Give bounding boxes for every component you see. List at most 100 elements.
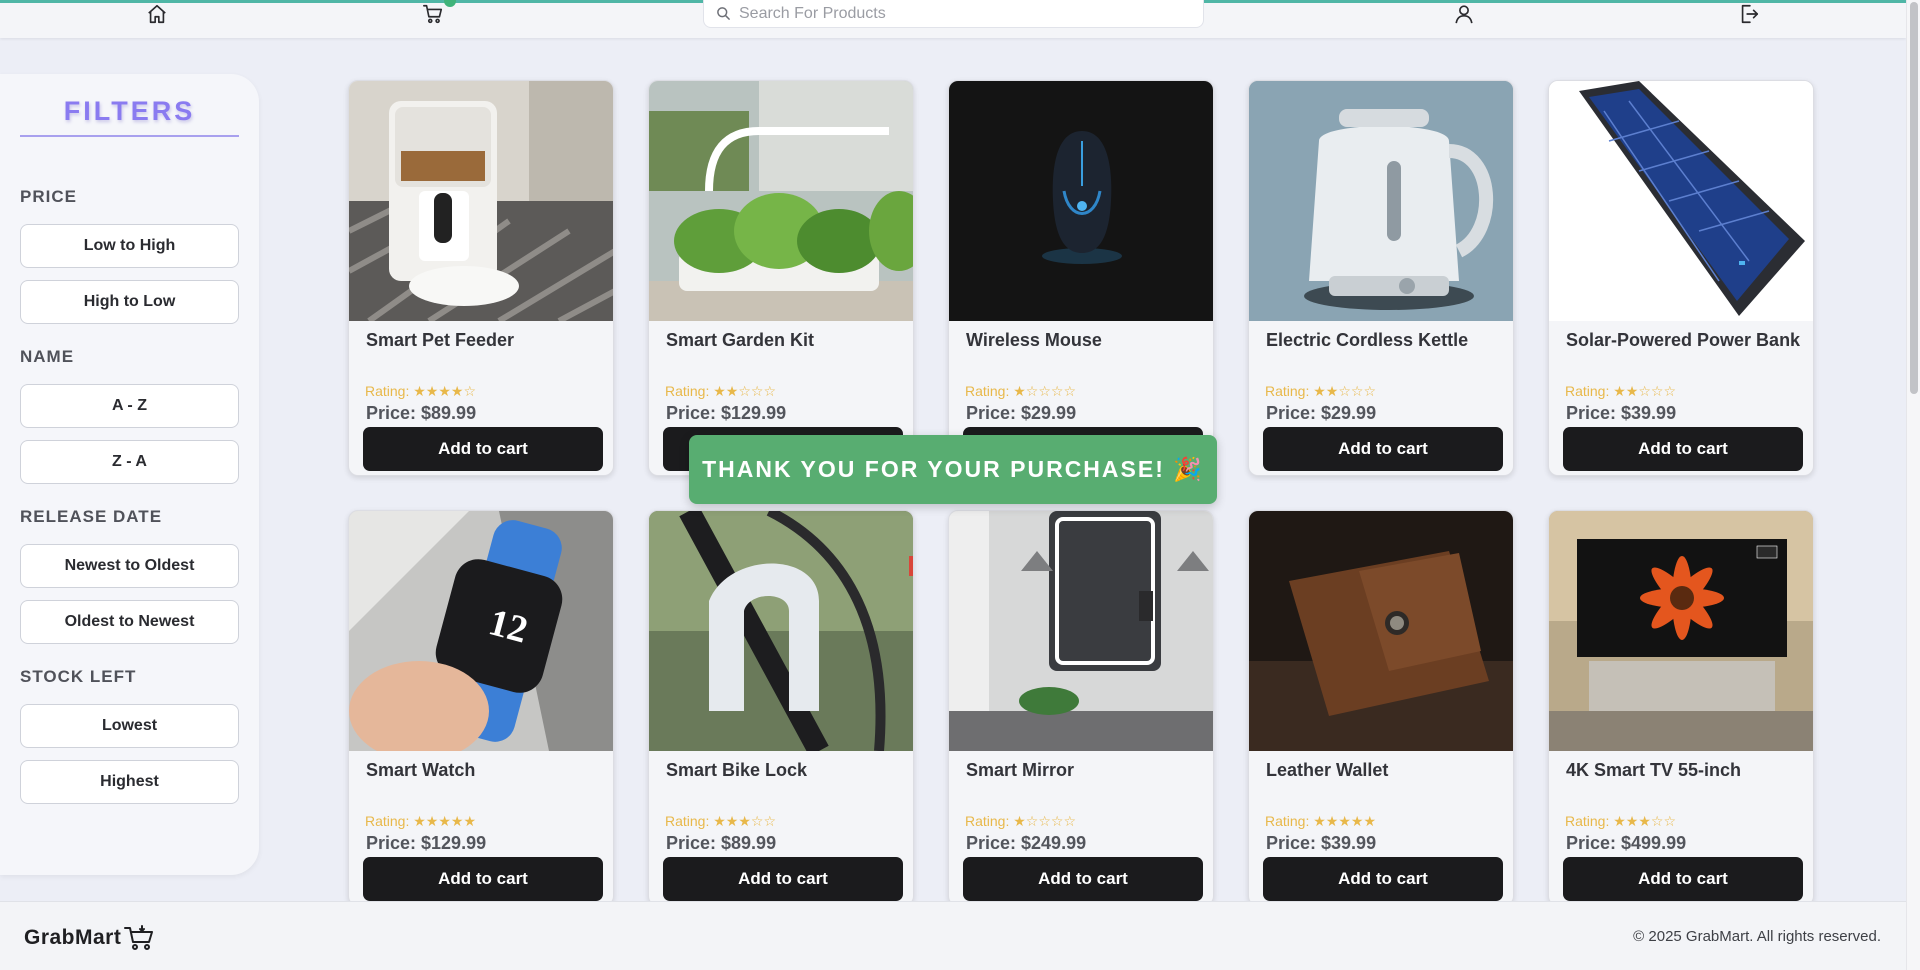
product-card: Wireless Mouse Rating: ★☆☆☆☆ Price: $29.…: [948, 80, 1214, 476]
rating-stars: ★★☆☆☆: [1613, 383, 1677, 399]
brand-name: GrabMart: [24, 926, 122, 949]
product-price: Price: $499.99: [1566, 833, 1687, 853]
search-icon: [717, 7, 730, 20]
product-rating: Rating: ★★★★★: [365, 813, 476, 830]
product-image-4k-smart-tv[interactable]: [1549, 511, 1813, 751]
cart-count-badge: [444, 0, 456, 7]
product-price: Price: $249.99: [966, 833, 1087, 853]
copyright-text: © 2025 GrabMart. All rights reserved.: [1633, 928, 1881, 945]
product-rating: Rating: ★★☆☆☆: [1565, 383, 1676, 400]
product-card: Smart Garden Kit Rating: ★★☆☆☆ Price: $1…: [648, 80, 914, 476]
rating-label: Rating:: [1265, 813, 1310, 829]
product-name: Electric Cordless Kettle: [1266, 330, 1469, 350]
product-rating: Rating: ★★★★★: [1265, 813, 1376, 830]
product-name: Leather Wallet: [1266, 760, 1389, 780]
add-to-cart-button[interactable]: Add to cart: [663, 857, 903, 901]
product-price: Price: $89.99: [666, 833, 777, 853]
product-card: 4K Smart TV 55-inch Rating: ★★★☆☆ Price:…: [1548, 510, 1814, 906]
rating-label: Rating:: [965, 813, 1010, 829]
rating-label: Rating:: [965, 383, 1010, 399]
product-image-smart-bike-lock[interactable]: [649, 511, 913, 751]
rating-stars: ★★★★☆: [413, 383, 477, 399]
search-bar[interactable]: [703, 0, 1204, 28]
filters-sidebar: FILTERS PRICE Low to High High to Low NA…: [0, 74, 259, 875]
sort-price-high-to-low-button[interactable]: High to Low: [20, 280, 239, 324]
product-image-leather-wallet[interactable]: [1249, 511, 1513, 751]
product-price: Price: $39.99: [1566, 403, 1677, 423]
sort-newest-to-oldest-button[interactable]: Newest to Oldest: [20, 544, 239, 588]
rating-label: Rating:: [665, 813, 710, 829]
sort-name-z-a-button[interactable]: Z - A: [20, 440, 239, 484]
product-rating: Rating: ★☆☆☆☆: [965, 383, 1076, 400]
product-card: Smart Pet Feeder Rating: ★★★★☆ Price: $8…: [348, 80, 614, 476]
rating-label: Rating:: [365, 383, 410, 399]
search-input[interactable]: [739, 4, 1179, 23]
product-image-wireless-mouse[interactable]: [949, 81, 1213, 321]
rating-stars: ★★★★★: [413, 813, 477, 829]
top-navbar: [0, 0, 1906, 38]
add-to-cart-button[interactable]: Add to cart: [1563, 857, 1803, 901]
cart-logo-icon: [124, 925, 154, 950]
sort-stock-highest-button[interactable]: Highest: [20, 760, 239, 804]
product-image-solar-powered-power-bank[interactable]: [1549, 81, 1813, 321]
product-rating: Rating: ★★★☆☆: [665, 813, 776, 830]
product-price: Price: $129.99: [366, 833, 487, 853]
product-rating: Rating: ★★☆☆☆: [1265, 383, 1376, 400]
sort-stock-lowest-button[interactable]: Lowest: [20, 704, 239, 748]
product-image-smart-garden-kit[interactable]: [649, 81, 913, 321]
rating-stars: ★☆☆☆☆: [1013, 813, 1077, 829]
footer-logo[interactable]: GrabMart: [24, 924, 155, 952]
rating-stars: ★★☆☆☆: [713, 383, 777, 399]
product-name: Solar-Powered Power Bank: [1566, 330, 1801, 350]
rating-label: Rating:: [1565, 813, 1610, 829]
product-image-smart-mirror[interactable]: [949, 511, 1213, 751]
rating-stars: ★★★★★: [1313, 813, 1377, 829]
product-image-smart-pet-feeder[interactable]: [349, 81, 613, 321]
add-to-cart-button[interactable]: Add to cart: [963, 857, 1203, 901]
add-to-cart-button[interactable]: Add to cart: [1263, 857, 1503, 901]
rating-label: Rating:: [365, 813, 410, 829]
logout-icon[interactable]: [1736, 3, 1762, 25]
page-scrollbar[interactable]: [1906, 0, 1920, 970]
rating-label: Rating:: [1265, 383, 1310, 399]
product-name: Smart Mirror: [966, 760, 1075, 780]
add-to-cart-button[interactable]: Add to cart: [1563, 427, 1803, 471]
cart-icon[interactable]: [420, 0, 456, 25]
rating-label: Rating:: [665, 383, 710, 399]
add-to-cart-button[interactable]: Add to cart: [1263, 427, 1503, 471]
product-card: Smart Mirror Rating: ★☆☆☆☆ Price: $249.9…: [948, 510, 1214, 906]
filters-title: FILTERS: [20, 96, 239, 137]
product-name: Smart Watch: [366, 760, 476, 780]
sort-price-low-to-high-button[interactable]: Low to High: [20, 224, 239, 268]
product-name: Smart Pet Feeder: [366, 330, 515, 350]
product-card: Smart Bike Lock Rating: ★★★☆☆ Price: $89…: [648, 510, 914, 906]
sort-name-a-z-button[interactable]: A - Z: [20, 384, 239, 428]
product-price: Price: $29.99: [966, 403, 1077, 423]
filter-heading-release-date: RELEASE DATE: [20, 507, 163, 526]
product-image-smart-watch[interactable]: 12: [349, 511, 613, 751]
scrollbar-thumb[interactable]: [1910, 2, 1918, 394]
rating-stars: ★☆☆☆☆: [1013, 383, 1077, 399]
user-icon[interactable]: [1451, 3, 1477, 25]
product-card: Electric Cordless Kettle Rating: ★★☆☆☆ P…: [1248, 80, 1514, 476]
product-price: Price: $29.99: [1266, 403, 1377, 423]
add-to-cart-button[interactable]: Add to cart: [363, 857, 603, 901]
footer: GrabMart © 2025 GrabMart. All rights res…: [0, 901, 1906, 970]
product-name: 4K Smart TV 55-inch: [1566, 760, 1742, 780]
product-price: Price: $129.99: [666, 403, 787, 423]
filter-heading-stock-left: STOCK LEFT: [20, 667, 137, 686]
home-icon[interactable]: [144, 3, 170, 25]
rating-stars: ★★★☆☆: [713, 813, 777, 829]
product-rating: Rating: ★☆☆☆☆: [965, 813, 1076, 830]
product-price: Price: $89.99: [366, 403, 477, 423]
product-image-electric-cordless-kettle[interactable]: [1249, 81, 1513, 321]
product-price: Price: $39.99: [1266, 833, 1377, 853]
product-rating: Rating: ★★★★☆: [365, 383, 476, 400]
rating-stars: ★★☆☆☆: [1313, 383, 1377, 399]
purchase-success-toast: THANK YOU FOR YOUR PURCHASE! 🎉: [689, 435, 1217, 504]
product-name: Wireless Mouse: [966, 330, 1102, 350]
rating-stars: ★★★☆☆: [1613, 813, 1677, 829]
sort-oldest-to-newest-button[interactable]: Oldest to Newest: [20, 600, 239, 644]
product-name: Smart Bike Lock: [666, 760, 808, 780]
add-to-cart-button[interactable]: Add to cart: [363, 427, 603, 471]
